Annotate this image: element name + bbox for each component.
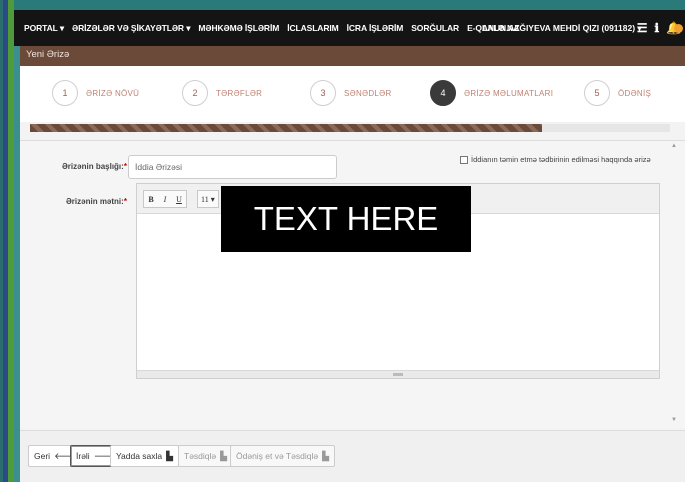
confirm-button[interactable]: Təsdiqlə ▙ — [178, 445, 234, 467]
save-button[interactable]: Yadda saxla ▙ — [110, 445, 180, 467]
step-number: 3 — [310, 80, 336, 106]
font-size-group: 11 ▾ — [197, 190, 219, 208]
nav-execution-cases[interactable]: İCRA İŞLƏRİM — [347, 23, 404, 33]
nav-hearings[interactable]: İCLASLARIM — [287, 23, 339, 33]
interim-measure-checkbox[interactable]: İddianın təmin etmə tədbirinin edilməsi … — [460, 155, 651, 164]
step-label: ƏRİZƏ NÖVÜ — [86, 88, 140, 98]
top-navbar: PORTAL ▾ ƏRİZƏLƏR VƏ ŞİKAYƏTLƏR ▾ MƏHKƏM… — [14, 10, 685, 46]
window-top-border — [0, 0, 685, 10]
step-number: 4 — [430, 80, 456, 106]
wizard-progress-bar — [30, 124, 670, 132]
form-area: Ərizənin başlığı:* İddianın təmin etmə t… — [20, 140, 685, 428]
checkbox-label: İddianın təmin etmə tədbirinin edilməsi … — [471, 155, 651, 164]
bold-button[interactable]: B — [144, 191, 158, 207]
nav-icon-group: ☰ ℹ 🔔 — [637, 10, 683, 46]
underline-button[interactable]: U — [172, 191, 186, 207]
user-menu[interactable]: LALƏ NAĞIYEVA MEHDİ QIZI (091182) ▾ — [482, 10, 642, 46]
format-group: B I U — [143, 190, 187, 208]
confirm-label: Təsdiqlə — [184, 451, 217, 461]
step-2[interactable]: 2 TƏRƏFLƏR — [182, 80, 262, 106]
info-icon[interactable]: ℹ — [654, 21, 659, 35]
step-label: ÖDƏNİŞ — [618, 88, 652, 98]
confirm-icon: ▙ — [220, 450, 228, 461]
bell-icon[interactable]: 🔔 — [666, 21, 683, 35]
step-3[interactable]: 3 SƏNƏDLƏR — [310, 80, 392, 106]
panel-content: 1 ƏRİZƏ NÖVÜ 2 TƏRƏFLƏR 3 SƏNƏDLƏR 4 ƏRİ… — [20, 66, 685, 482]
pay-confirm-icon: ▙ — [322, 450, 329, 461]
text-label: Ərizənin mətni:* — [66, 197, 127, 206]
scroll-down-arrow-icon[interactable]: ▼ — [671, 417, 677, 423]
nav-portal[interactable]: PORTAL ▾ — [24, 23, 64, 34]
step-label: SƏNƏDLƏR — [344, 88, 392, 98]
step-number: 5 — [584, 80, 610, 106]
step-number: 2 — [182, 80, 208, 106]
action-bar: Geri 🡐 İrəli 🡒 Yadda saxla ▙ Təsdiqlə ▙ Ödən… — [20, 430, 685, 482]
progress-fill — [30, 124, 542, 132]
notification-badge — [674, 24, 683, 33]
nav-applications-complaints[interactable]: ƏRİZƏLƏR VƏ ŞİKAYƏTLƏR ▾ — [72, 23, 191, 34]
checkbox-box[interactable] — [460, 155, 468, 164]
title-input[interactable] — [128, 155, 337, 179]
save-floppy-icon: ▙ — [166, 450, 174, 461]
step-1[interactable]: 1 ƏRİZƏ NÖVÜ — [52, 80, 139, 106]
panel-title: Yeni Ərizə — [20, 46, 685, 66]
window-left-border — [0, 0, 14, 482]
italic-button[interactable]: I — [158, 191, 172, 207]
font-size-dropdown[interactable]: 11 ▾ — [198, 191, 218, 207]
step-label: ƏRİZƏ MƏLUMATLARI — [464, 88, 554, 98]
nav-queries[interactable]: SORĞULAR — [411, 23, 459, 33]
scroll-up-arrow-icon[interactable]: ▲ — [671, 143, 677, 149]
settings-sliders-icon[interactable]: ☰ — [637, 21, 648, 35]
pay-confirm-label: Ödəniş et və Təsdiqlə — [236, 451, 319, 461]
step-number: 1 — [52, 80, 78, 106]
wizard-steps: 1 ƏRİZƏ NÖVÜ 2 TƏRƏFLƏR 3 SƏNƏDLƏR 4 ƏRİ… — [20, 66, 685, 122]
title-label: Ərizənin başlığı:* — [62, 162, 127, 171]
step-label: TƏRƏFLƏR — [216, 88, 263, 98]
save-label: Yadda saxla — [116, 451, 163, 461]
editor-statusbar — [137, 370, 659, 378]
pay-confirm-button[interactable]: Ödəniş et və Təsdiqlə ▙ — [230, 445, 335, 467]
left-border-green-stripe — [8, 0, 14, 482]
step-5[interactable]: 5 ÖDƏNİŞ — [584, 80, 651, 106]
text-placeholder-overlay: TEXT HERE — [221, 186, 471, 252]
nav-court-cases[interactable]: MƏHKƏMƏ İŞLƏRİM — [198, 23, 279, 33]
step-4[interactable]: 4 ƏRİZƏ MƏLUMATLARI — [430, 80, 553, 106]
resize-handle[interactable] — [393, 373, 403, 376]
back-label: Geri — [34, 451, 51, 461]
next-label: İrəli — [76, 451, 90, 461]
